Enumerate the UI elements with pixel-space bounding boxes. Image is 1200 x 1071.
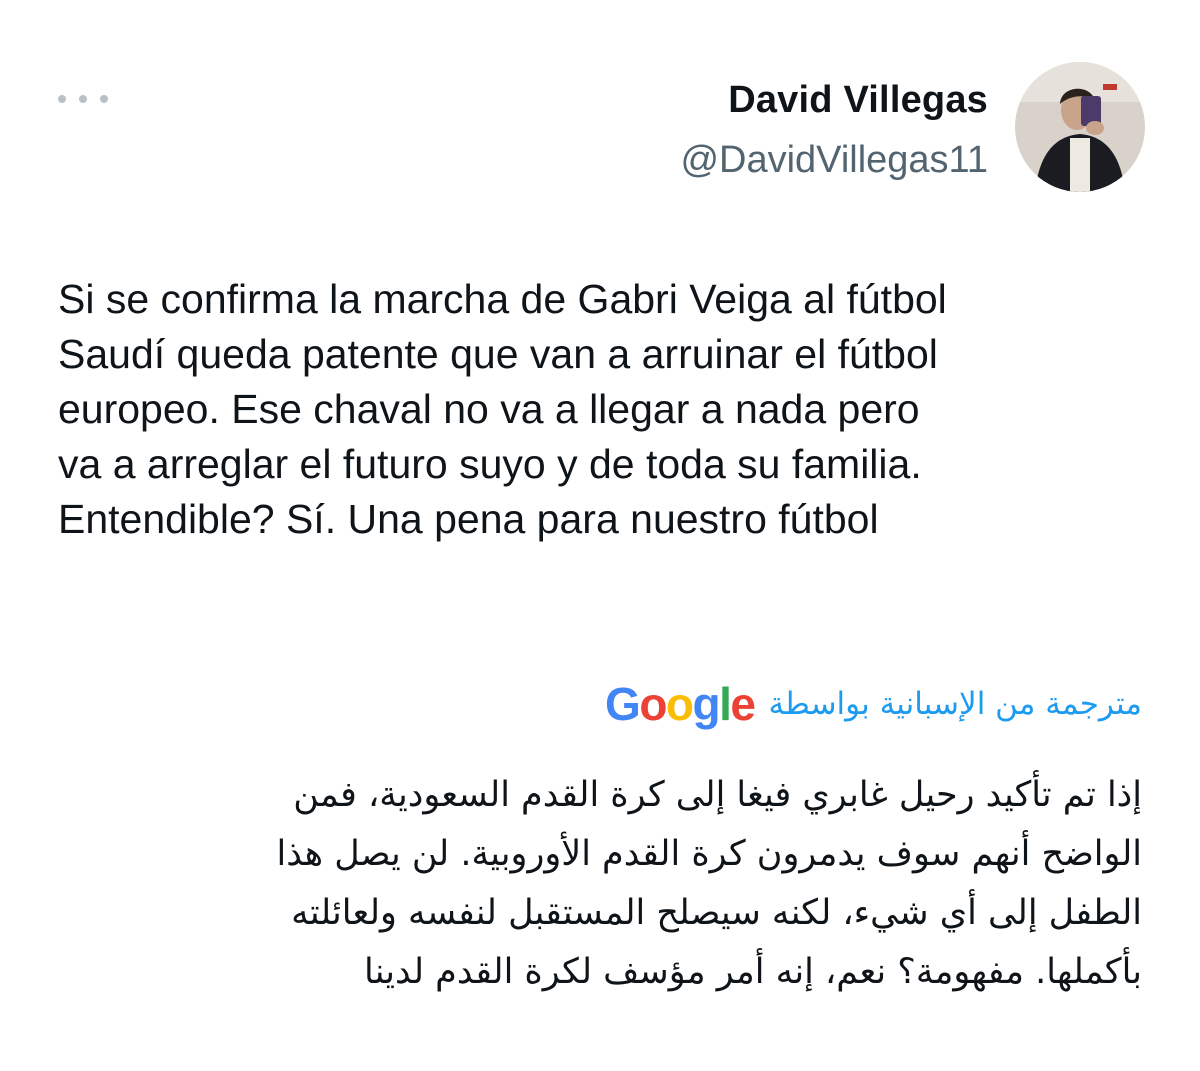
tweet-text: Si se confirma la marcha de Gabri Veiga …: [58, 276, 947, 542]
avatar-photo-icon: [1015, 62, 1145, 192]
google-logo: Google: [605, 678, 756, 730]
author-block: David Villegas @DavidVillegas11: [680, 76, 988, 184]
more-dot: [100, 95, 108, 103]
translated-by-label[interactable]: مترجمة من الإسبانية بواسطة: [769, 686, 1142, 722]
author-name[interactable]: David Villegas: [680, 76, 988, 124]
avatar[interactable]: [1015, 62, 1145, 192]
translated-text: إذا تم تأكيد رحيل غابري فيغا إلى كرة الق…: [276, 775, 1142, 992]
translation-attribution: مترجمة من الإسبانية بواسطة Google: [605, 676, 1142, 732]
more-dot: [58, 95, 66, 103]
author-handle[interactable]: @DavidVillegas11: [680, 136, 988, 184]
more-dot: [79, 95, 87, 103]
more-options-icon[interactable]: [58, 84, 108, 114]
